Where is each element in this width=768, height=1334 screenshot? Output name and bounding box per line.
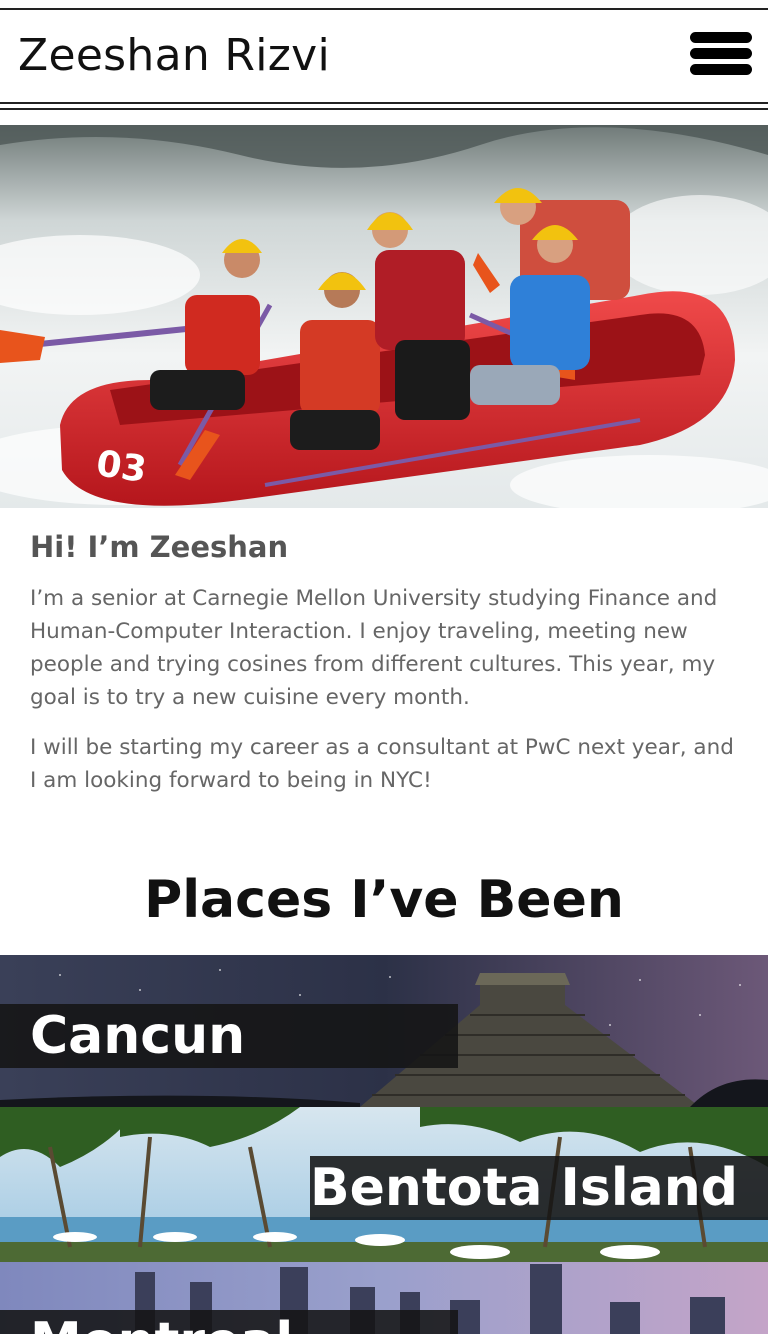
menu-bar bbox=[690, 64, 752, 75]
site-title[interactable]: Zeeshan Rizvi bbox=[18, 30, 330, 81]
intro-section: Hi! I’m Zeeshan I’m a senior at Carnegie… bbox=[30, 530, 742, 814]
hamburger-menu-icon[interactable] bbox=[690, 32, 754, 80]
places-heading: Places I’ve Been bbox=[144, 870, 624, 930]
intro-paragraph: I’m a senior at Carnegie Mellon Universi… bbox=[30, 586, 718, 710]
intro-paragraph: I will be starting my career as a consul… bbox=[30, 735, 734, 793]
intro-heading: Hi! I’m Zeeshan bbox=[30, 530, 289, 564]
raft-number: 03 bbox=[94, 443, 149, 491]
place-label: Montreal bbox=[0, 1310, 458, 1334]
place-label: Cancun bbox=[0, 1004, 458, 1068]
hero-rafting-image: 03 bbox=[0, 125, 768, 508]
site-header: Zeeshan Rizvi bbox=[0, 8, 768, 110]
place-card-cancun[interactable]: Cancun bbox=[0, 955, 768, 1107]
place-label: Bentota Island bbox=[310, 1156, 768, 1220]
place-card-montreal[interactable]: Montreal bbox=[0, 1262, 768, 1334]
place-card-bentota-island[interactable]: Bentota Island bbox=[0, 1107, 768, 1262]
menu-bar bbox=[690, 32, 752, 43]
menu-bar bbox=[690, 48, 752, 59]
